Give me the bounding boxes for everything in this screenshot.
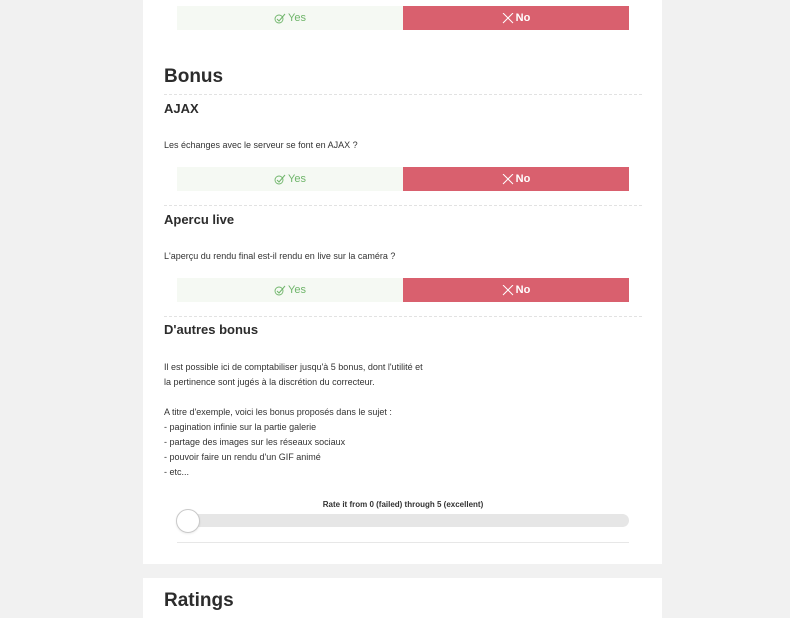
item-question-apercu-live: L'aperçu du rendu final est-il rendu en … [164,251,396,261]
section-title-bonus: Bonus [164,66,224,87]
no-button[interactable]: No [403,167,629,191]
divider [177,542,629,543]
yes-label: Yes [288,173,306,185]
autres-bonus-description: Il est possible ici de comptabiliser jus… [164,360,464,480]
yes-button[interactable]: Yes [177,278,403,302]
no-label: No [515,284,531,296]
divider [164,205,642,206]
description-line [164,390,464,405]
close-icon [502,284,514,295]
no-button[interactable]: No [403,6,629,30]
section-title-ratings: Ratings [164,590,234,611]
yes-no-toggle-previous: Yes No [177,6,629,30]
description-line: la pertinence sont jugés à la discrétion… [164,377,375,387]
no-label: No [515,173,531,185]
no-label: No [515,12,531,24]
description-line: - etc... [164,467,190,477]
description-line: - partage des images sur les réseaux soc… [164,437,346,447]
rating-slider-track[interactable] [177,514,629,527]
yes-button[interactable]: Yes [177,6,403,30]
yes-no-toggle-apercu-live: Yes No [177,278,629,302]
item-title-ajax: AJAX [164,101,199,116]
yes-button[interactable]: Yes [177,167,403,191]
item-question-ajax: Les échanges avec le serveur se font en … [164,140,358,150]
description-line: A titre d'exemple, voici les bonus propo… [164,407,392,417]
divider [164,94,642,95]
check-icon [274,174,286,184]
close-icon [502,173,514,184]
close-icon [502,12,514,23]
rating-slider-handle[interactable] [176,509,200,533]
yes-label: Yes [288,284,306,296]
description-line: - pouvoir faire un rendu d'un GIF animé [164,452,321,462]
description-line: - pagination infinie sur la partie galer… [164,422,317,432]
yes-label: Yes [288,12,306,24]
description-line: Il est possible ici de comptabiliser jus… [164,362,423,372]
no-button[interactable]: No [403,278,629,302]
check-icon [274,285,286,295]
yes-no-toggle-ajax: Yes No [177,167,629,191]
item-title-apercu-live: Apercu live [164,212,235,227]
item-title-autres-bonus: D'autres bonus [164,322,259,337]
divider [164,316,642,317]
rating-slider-label: Rate it from 0 (failed) through 5 (excel… [322,500,484,509]
check-icon [274,13,286,23]
